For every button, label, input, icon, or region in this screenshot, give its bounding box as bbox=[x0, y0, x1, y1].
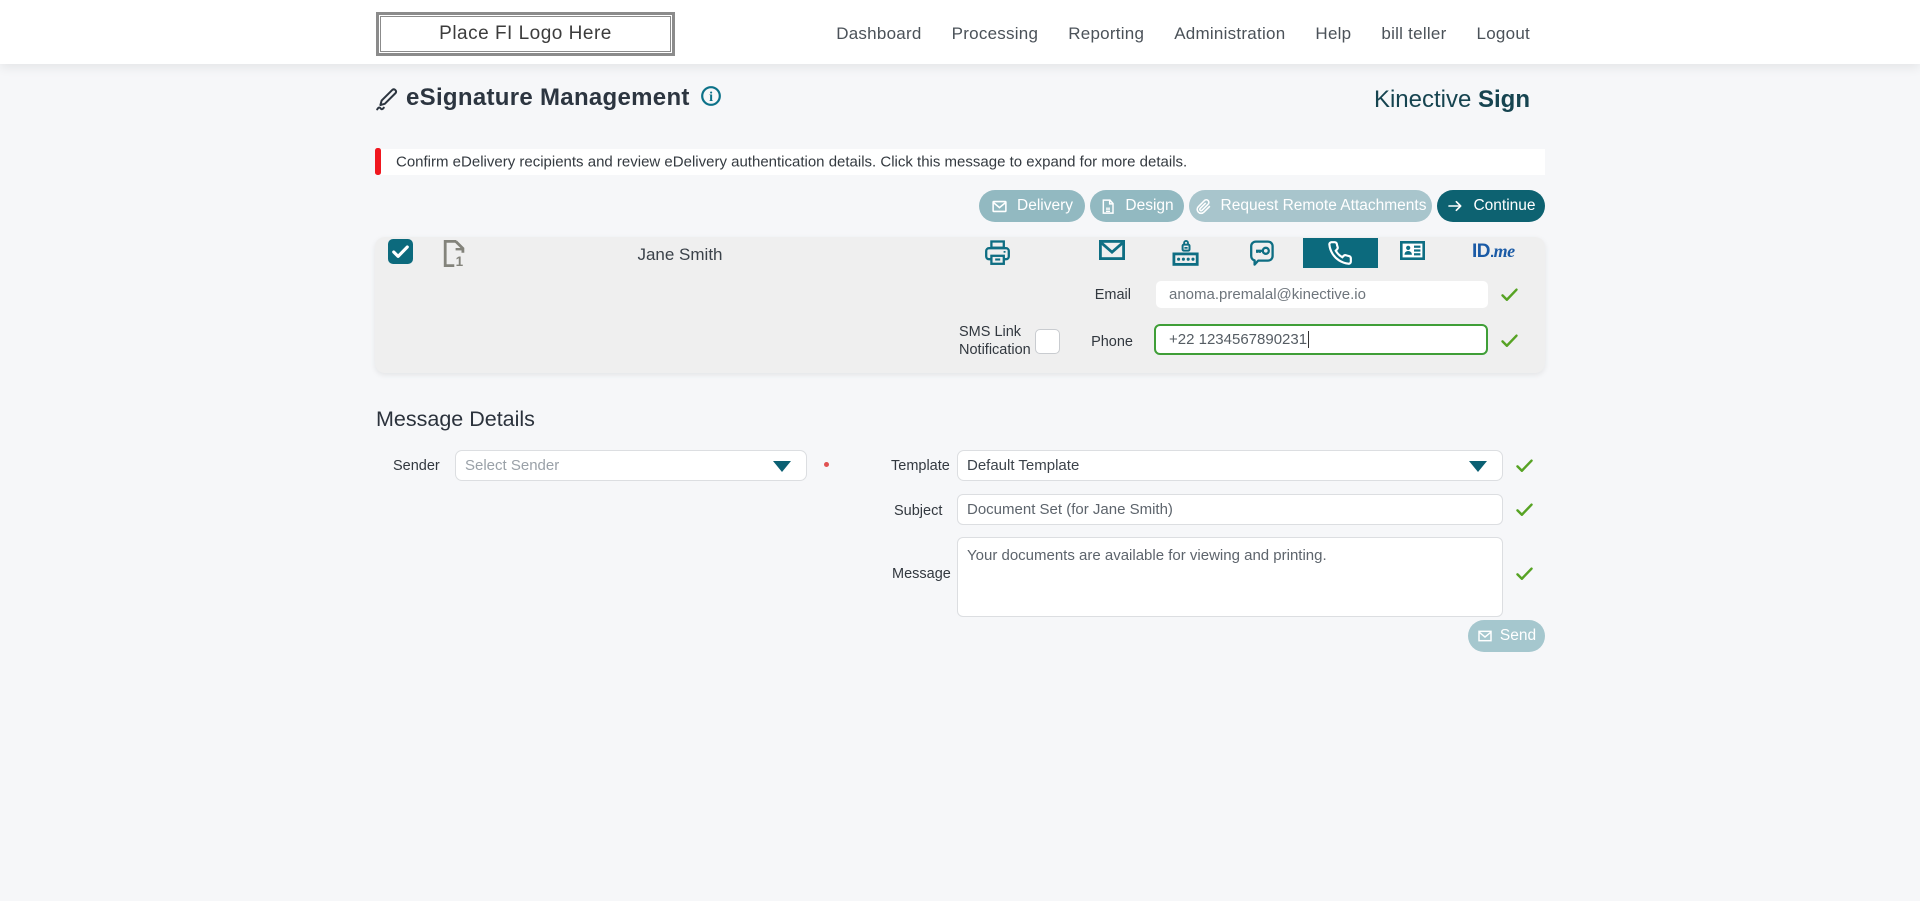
svg-text:1: 1 bbox=[456, 254, 464, 267]
svg-text:i: i bbox=[709, 90, 713, 105]
